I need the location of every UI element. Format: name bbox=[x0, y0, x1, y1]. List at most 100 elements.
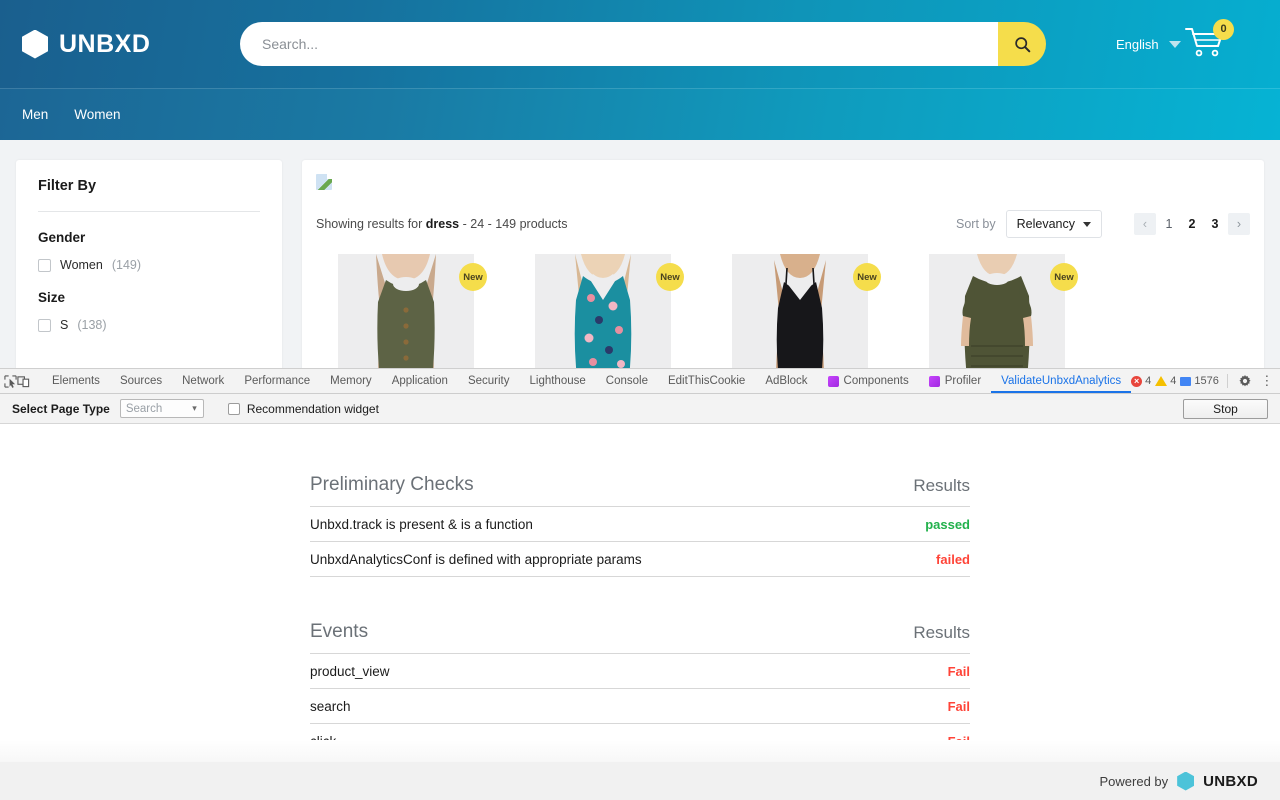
tab-adblock[interactable]: AdBlock bbox=[755, 369, 817, 393]
recommendation-widget-label: Recommendation widget bbox=[246, 401, 379, 416]
message-count[interactable]: 1576 bbox=[1180, 375, 1219, 387]
section-header: Events Results bbox=[310, 621, 970, 654]
facet-option-label: Women bbox=[60, 258, 103, 272]
tab-network[interactable]: Network bbox=[172, 369, 234, 393]
brand-name: UNBXD bbox=[59, 29, 151, 58]
tab-lighthouse[interactable]: Lighthouse bbox=[520, 369, 596, 393]
event-result: Fail bbox=[947, 698, 970, 714]
tab-security[interactable]: Security bbox=[458, 369, 520, 393]
check-result: failed bbox=[936, 551, 970, 567]
checkbox-icon[interactable] bbox=[38, 318, 51, 332]
fade-divider bbox=[0, 740, 1280, 762]
event-label: product_view bbox=[310, 663, 390, 679]
checkbox-icon[interactable] bbox=[227, 402, 240, 415]
events-section: Events Results product_view Fail search … bbox=[310, 621, 970, 759]
results-summary-suffix: - 24 - 149 products bbox=[459, 217, 568, 231]
tab-console[interactable]: Console bbox=[596, 369, 658, 393]
tab-sources[interactable]: Sources bbox=[110, 369, 172, 393]
extension-icon bbox=[928, 375, 940, 387]
product-card[interactable]: New bbox=[316, 254, 496, 368]
facet-option-count: (149) bbox=[111, 258, 142, 272]
results-query: dress bbox=[425, 217, 460, 231]
product-card[interactable]: New bbox=[513, 254, 693, 368]
preliminary-checks-title: Preliminary Checks bbox=[310, 474, 474, 495]
gear-icon[interactable] bbox=[1236, 372, 1254, 390]
facet-option-count: (138) bbox=[77, 318, 107, 332]
pagination-page-1[interactable]: 1 bbox=[1159, 213, 1179, 235]
nav-item-women[interactable]: Women bbox=[74, 107, 120, 122]
language-selector[interactable]: English bbox=[1116, 37, 1181, 52]
tab-elements[interactable]: Elements bbox=[42, 369, 110, 393]
facet-group-gender: Gender bbox=[38, 230, 86, 245]
broken-image-icon bbox=[316, 173, 333, 190]
devtools-panel: Elements Sources Network Performance Mem… bbox=[0, 368, 1280, 800]
validator-footer: Powered by UNBXD bbox=[0, 762, 1280, 800]
error-circle-icon: × bbox=[1131, 375, 1143, 387]
product-card[interactable]: New bbox=[907, 254, 1087, 368]
tab-label: Profiler bbox=[944, 375, 982, 387]
recommendation-widget-option[interactable]: Recommendation widget bbox=[227, 401, 379, 416]
site-logo[interactable]: UNBXD bbox=[22, 29, 240, 59]
chevron-down-icon: ▾ bbox=[192, 403, 197, 413]
device-toolbar-icon[interactable] bbox=[17, 370, 30, 392]
devtools-status: × 4 4 1576 ⋮ bbox=[1131, 372, 1280, 390]
sort-label: Sort by bbox=[956, 217, 996, 231]
caret-down-icon bbox=[1083, 221, 1091, 227]
search-input[interactable] bbox=[240, 22, 998, 66]
pagination-page-3[interactable]: 3 bbox=[1205, 213, 1225, 235]
tab-editthiscookie[interactable]: EditThisCookie bbox=[658, 369, 755, 393]
product-grid: New New New New bbox=[316, 254, 1250, 368]
hexagon-logo-icon bbox=[22, 29, 48, 59]
new-badge: New bbox=[459, 263, 487, 291]
facet-option-s[interactable]: S (138) bbox=[38, 318, 260, 332]
sort-value: Relevancy bbox=[1016, 217, 1075, 231]
table-row: Unbxd.track is present & is a function p… bbox=[310, 507, 970, 542]
product-image bbox=[543, 254, 663, 368]
facet-option-women[interactable]: Women (149) bbox=[38, 258, 260, 272]
page-type-value: Search bbox=[125, 402, 163, 415]
powered-by-label: Powered by bbox=[1099, 773, 1169, 789]
page-type-select[interactable]: Search ▾ bbox=[119, 399, 204, 418]
stop-button[interactable]: Stop bbox=[1183, 398, 1268, 419]
warning-count[interactable]: 4 bbox=[1155, 375, 1176, 387]
page-content: Filter By Gender Women (149) Size S (138… bbox=[0, 140, 1280, 368]
new-badge: New bbox=[853, 263, 881, 291]
page-type-label: Select Page Type bbox=[12, 401, 110, 416]
pagination-prev[interactable]: ‹ bbox=[1134, 213, 1156, 235]
message-count-value: 1576 bbox=[1194, 375, 1219, 387]
checkbox-icon[interactable] bbox=[38, 258, 51, 272]
facet-group-size: Size bbox=[38, 290, 66, 305]
table-row: search Fail bbox=[310, 689, 970, 724]
category-nav: Men Women bbox=[0, 88, 1280, 140]
product-card[interactable]: New bbox=[710, 254, 890, 368]
pagination-page-2[interactable]: 2 bbox=[1182, 213, 1202, 235]
preliminary-checks-section: Preliminary Checks Results Unbxd.track i… bbox=[310, 474, 970, 577]
cart-button[interactable]: 0 bbox=[1184, 18, 1234, 64]
error-count[interactable]: × 4 bbox=[1131, 375, 1151, 387]
tab-memory[interactable]: Memory bbox=[320, 369, 382, 393]
devtools-tabbar: Elements Sources Network Performance Mem… bbox=[0, 369, 1280, 394]
inspect-element-icon[interactable] bbox=[4, 370, 17, 392]
kebab-menu-icon[interactable]: ⋮ bbox=[1258, 372, 1276, 390]
table-row: product_view Fail bbox=[310, 654, 970, 689]
results-toolbar: Showing results for dress - 24 - 149 pro… bbox=[316, 210, 1250, 238]
sort-select[interactable]: Relevancy bbox=[1005, 210, 1102, 238]
search-bar bbox=[240, 22, 1046, 66]
event-result: Fail bbox=[947, 663, 970, 679]
tab-performance[interactable]: Performance bbox=[234, 369, 320, 393]
search-button[interactable] bbox=[998, 22, 1046, 66]
events-title: Events bbox=[310, 621, 369, 642]
section-header: Preliminary Checks Results bbox=[310, 474, 970, 507]
tab-application[interactable]: Application bbox=[382, 369, 458, 393]
pagination-next[interactable]: › bbox=[1228, 213, 1250, 235]
table-row: UnbxdAnalyticsConf is defined with appro… bbox=[310, 542, 970, 577]
tab-components[interactable]: Components bbox=[818, 369, 919, 393]
tab-profiler[interactable]: Profiler bbox=[919, 369, 991, 393]
check-label: Unbxd.track is present & is a function bbox=[310, 516, 533, 532]
warning-count-value: 4 bbox=[1170, 375, 1177, 387]
tab-validateunbxdanalytics[interactable]: ValidateUnbxdAnalytics bbox=[991, 369, 1131, 393]
footer-brand-name: UNBXD bbox=[1203, 772, 1258, 790]
chevron-down-icon bbox=[1168, 40, 1181, 48]
message-box-icon bbox=[1180, 376, 1192, 386]
nav-item-men[interactable]: Men bbox=[22, 107, 48, 122]
